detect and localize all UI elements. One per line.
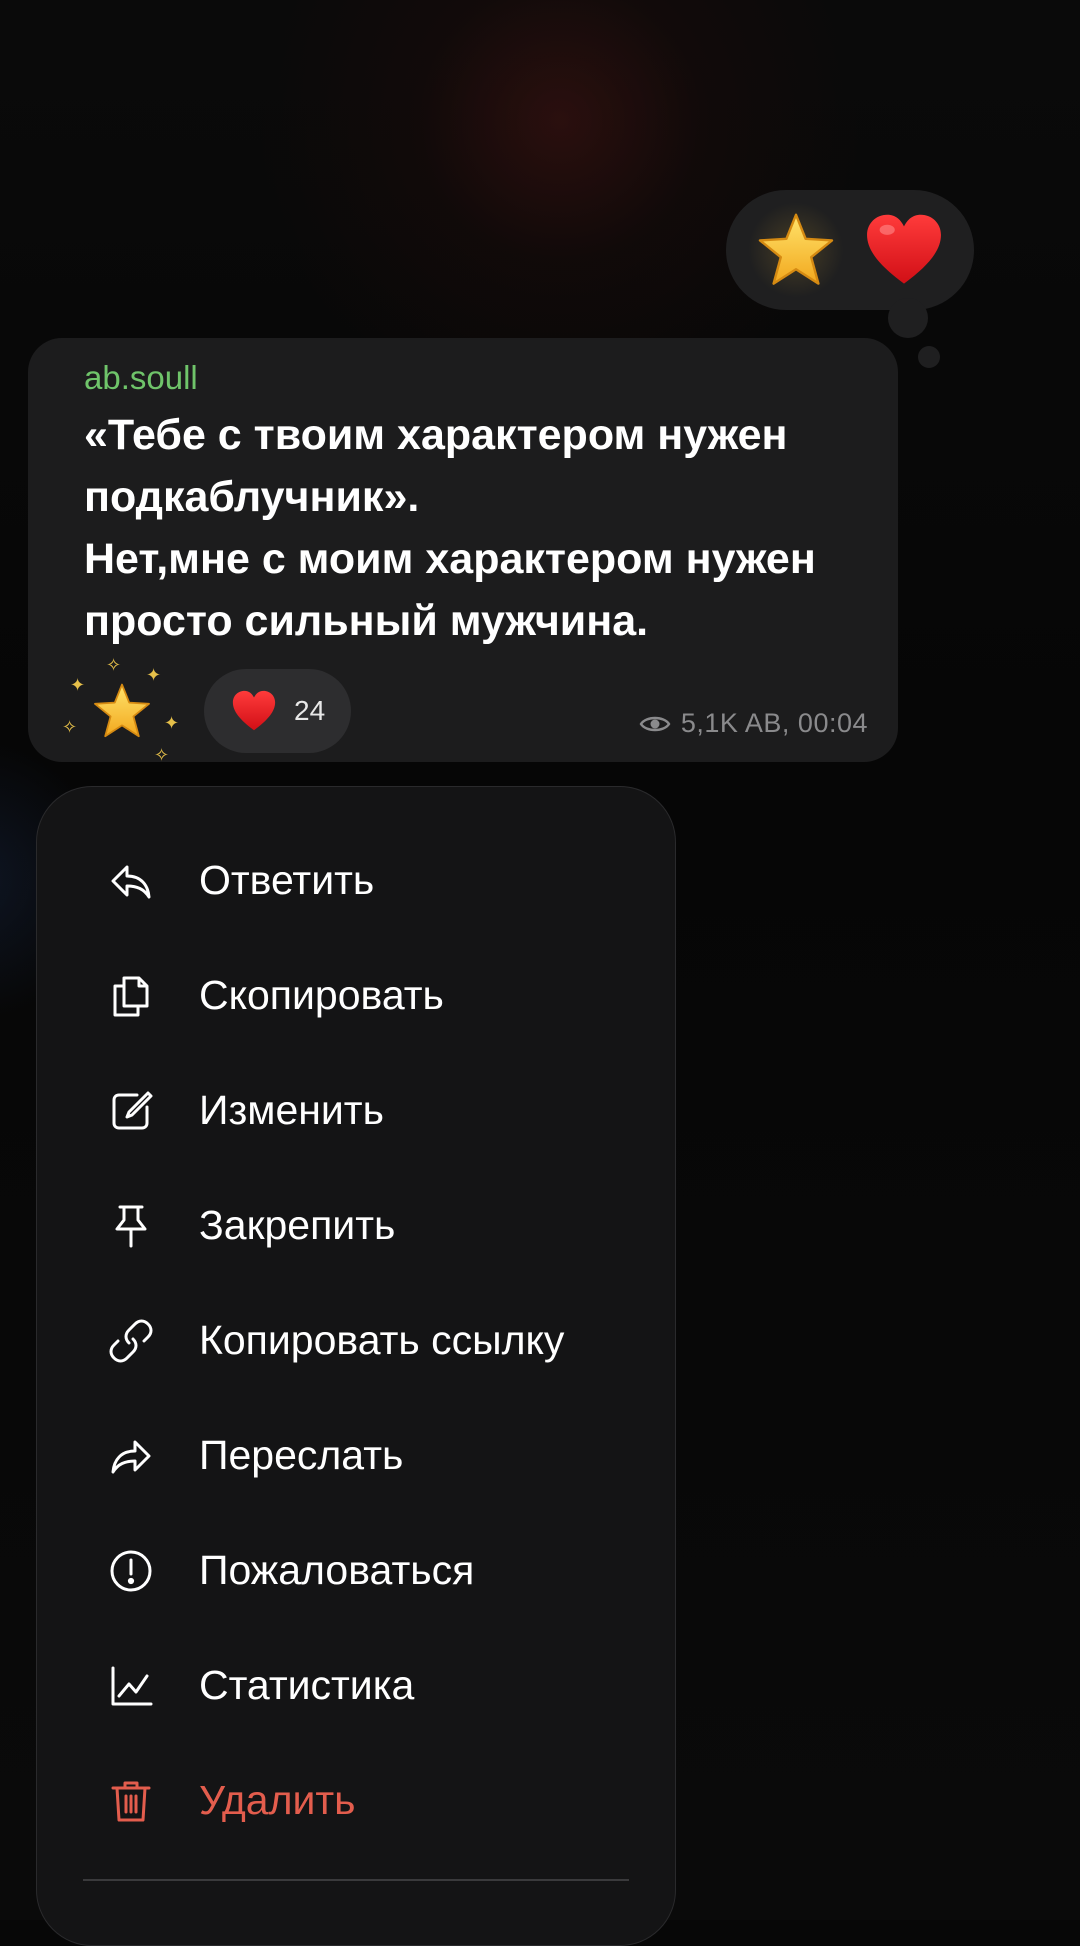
reaction-picker-tail (888, 298, 928, 338)
menu-divider (83, 1879, 629, 1881)
sparkle-icon: ✦ (70, 675, 86, 695)
star-emoji-button[interactable] (748, 202, 844, 298)
star-icon (758, 213, 834, 285)
message-bubble[interactable]: ab.soull «Тебе с твоим характером нужен … (28, 338, 898, 764)
edit-icon (105, 1085, 157, 1137)
menu-item-forward[interactable]: Переслать (37, 1398, 675, 1513)
menu-item-copy-link[interactable]: Копировать ссылку (37, 1283, 675, 1398)
reply-icon (105, 855, 157, 907)
statistics-icon (105, 1660, 157, 1712)
message-reactions: ✦ ✦ ✧ ✦ ✧ ✧ 24 (58, 656, 352, 766)
trash-icon (105, 1775, 157, 1827)
menu-item-label: Удалить (199, 1777, 356, 1823)
message-line: «Тебе с твоим характером нужен подкаблуч… (84, 411, 788, 521)
sparkle-icon: ✦ (146, 665, 162, 685)
menu-item-statistics[interactable]: Статистика (37, 1628, 675, 1743)
message-meta: 5,1K AB, 00:04 (639, 708, 868, 739)
menu-item-report[interactable]: Пожаловаться (37, 1513, 675, 1628)
heart-icon (867, 214, 941, 284)
menu-item-label: Изменить (199, 1087, 384, 1133)
menu-item-label: Ответить (199, 857, 375, 903)
menu-item-label: Скопировать (199, 972, 444, 1018)
message-line: Нет,мне с моим характером нужен просто с… (84, 535, 816, 645)
sparkle-icon: ✦ (164, 713, 180, 733)
heart-emoji-button[interactable] (856, 202, 952, 298)
forward-icon (105, 1430, 157, 1482)
menu-item-delete[interactable]: Удалить (37, 1743, 675, 1858)
star-icon (94, 683, 150, 738)
reaction-count: 24 (294, 695, 326, 726)
pin-icon (105, 1200, 157, 1252)
menu-item-label: Копировать ссылку (199, 1317, 565, 1363)
eye-icon (639, 716, 671, 731)
reaction-picker (726, 190, 974, 310)
menu-item-pin[interactable]: Закрепить (37, 1168, 675, 1283)
message-text: «Тебе с твоим характером нужен подкаблуч… (84, 404, 884, 652)
context-menu: Ответить Скопировать Изменить Закрепить … (36, 786, 676, 1946)
menu-item-label: Пожаловаться (199, 1547, 475, 1593)
message-info: 5,1K AB, 00:04 (680, 708, 868, 738)
sparkle-icon: ✧ (154, 745, 170, 765)
heart-icon (232, 690, 276, 731)
link-icon (105, 1315, 157, 1367)
reaction-star[interactable]: ✦ ✦ ✧ ✦ ✧ ✧ (58, 656, 186, 766)
reaction-heart-chip[interactable]: 24 (204, 669, 352, 753)
menu-item-label: Переслать (199, 1432, 404, 1478)
menu-item-copy[interactable]: Скопировать (37, 938, 675, 1053)
sparkle-icon: ✧ (62, 717, 78, 737)
menu-item-reply[interactable]: Ответить (37, 823, 675, 938)
copy-icon (105, 970, 157, 1022)
message-author[interactable]: ab.soull (84, 358, 868, 398)
menu-item-edit[interactable]: Изменить (37, 1053, 675, 1168)
reaction-picker-tail-dot (918, 346, 940, 368)
sparkle-icon: ✧ (106, 655, 122, 675)
report-icon (105, 1545, 157, 1597)
menu-item-label: Статистика (199, 1662, 415, 1708)
menu-item-label: Закрепить (199, 1202, 396, 1248)
